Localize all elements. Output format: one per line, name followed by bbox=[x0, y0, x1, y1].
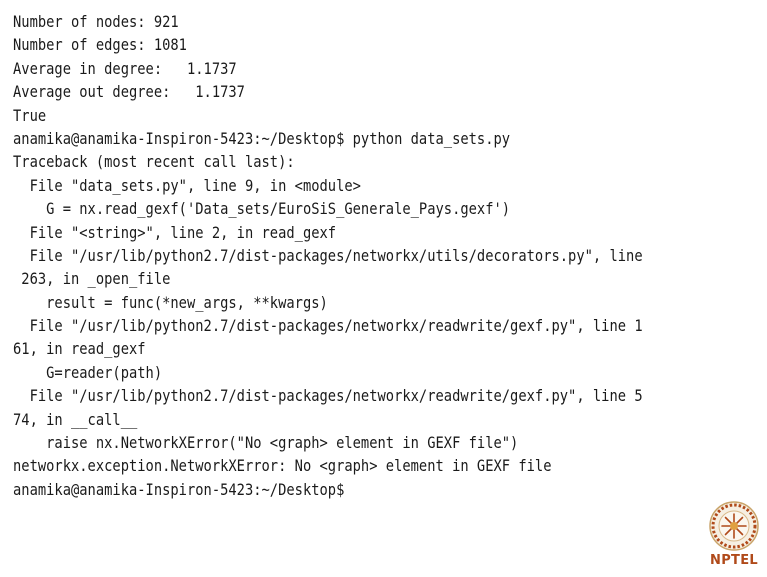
terminal-line: 61, in read_gexf bbox=[13, 339, 146, 359]
terminal-line: File "/usr/lib/python2.7/dist-packages/n… bbox=[13, 386, 643, 406]
terminal-line: Number of nodes: 921 bbox=[13, 12, 179, 31]
terminal-line: 263, in _open_file bbox=[13, 269, 171, 289]
nptel-logo-text: NPTEL bbox=[710, 553, 758, 568]
terminal-output: Number of nodes: 921 Number of edges: 108… bbox=[13, 10, 692, 501]
terminal-line: File "<string>", line 2, in read_gexf bbox=[13, 222, 337, 242]
terminal-line: G = nx.read_gexf('Data_sets/EuroSiS_Gene… bbox=[13, 199, 511, 219]
terminal-window[interactable]: Number of nodes: 921 Number of edges: 108… bbox=[0, 0, 767, 577]
nptel-logo: NPTEL bbox=[703, 497, 765, 575]
terminal-line: File "data_sets.py", line 9, in <module> bbox=[13, 175, 361, 195]
terminal-line: G=reader(path) bbox=[13, 362, 163, 382]
terminal-line: raise nx.NetworkXError("No <graph> eleme… bbox=[13, 433, 519, 453]
terminal-line: networkx.exception.NetworkXError: No <gr… bbox=[13, 456, 552, 476]
terminal-line: File "/usr/lib/python2.7/dist-packages/n… bbox=[13, 316, 643, 336]
terminal-line: result = func(*new_args, **kwargs) bbox=[13, 292, 328, 312]
terminal-line: Average out degree: 1.1737 bbox=[13, 82, 245, 102]
terminal-line: True bbox=[13, 105, 47, 125]
terminal-line: Number of edges: 1081 bbox=[13, 35, 187, 55]
terminal-line: File "/usr/lib/python2.7/dist-packages/n… bbox=[13, 245, 643, 265]
terminal-prompt-line: anamika@anamika-Inspiron-5423:~/Desktop$… bbox=[13, 128, 511, 148]
terminal-line: Average in degree: 1.1737 bbox=[13, 58, 237, 78]
terminal-line: 74, in __call__ bbox=[13, 409, 138, 429]
terminal-line: Traceback (most recent call last): bbox=[13, 152, 295, 172]
nptel-emblem-icon bbox=[709, 501, 759, 551]
terminal-prompt-line: anamika@anamika-Inspiron-5423:~/Desktop$ bbox=[13, 479, 345, 499]
